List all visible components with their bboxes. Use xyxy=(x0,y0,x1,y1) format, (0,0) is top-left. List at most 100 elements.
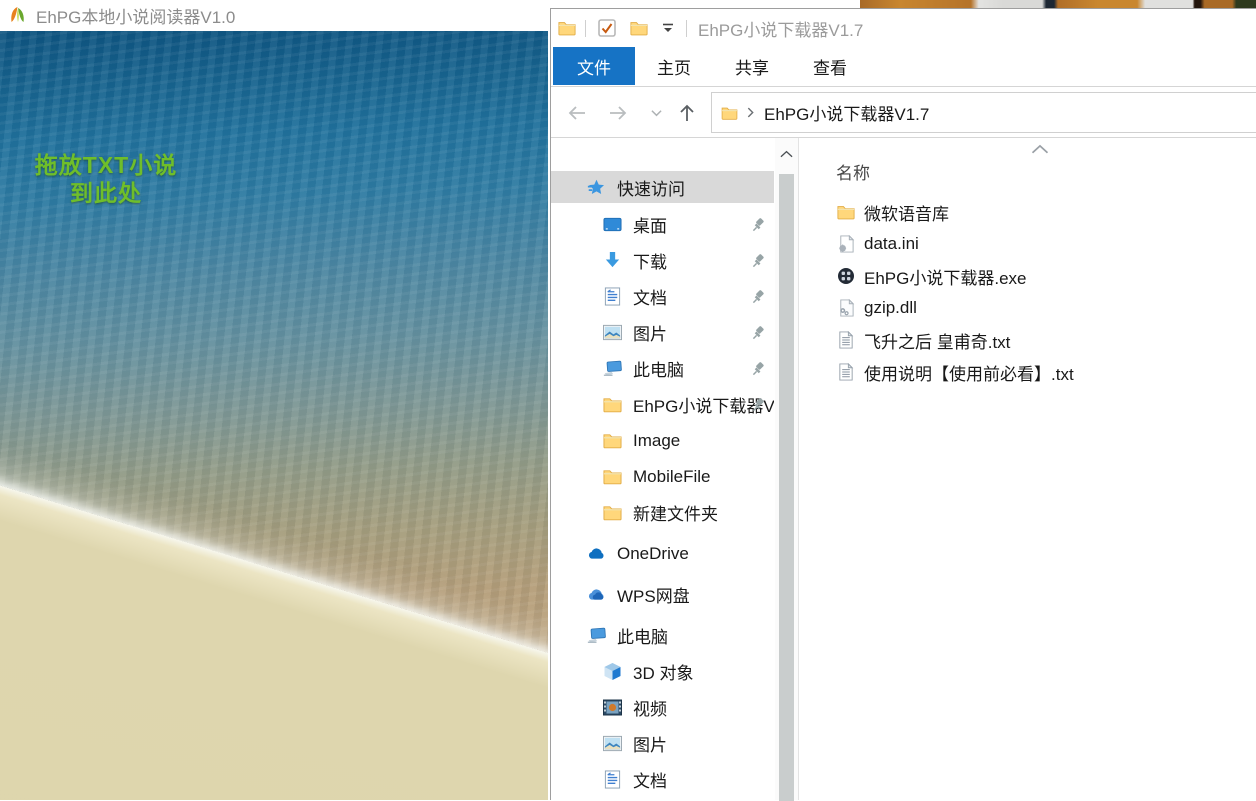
pin-icon[interactable] xyxy=(752,254,766,268)
qat-customize-dropdown[interactable] xyxy=(662,23,674,33)
sidebar-item-image-folder[interactable]: Image xyxy=(551,426,774,455)
arrow-left-icon xyxy=(566,102,588,124)
arrow-up-icon xyxy=(676,102,698,124)
wps-cloud-icon xyxy=(587,585,606,604)
exe-file-icon xyxy=(837,267,855,285)
sidebar-item-this-pc[interactable]: 此电脑 xyxy=(551,621,774,650)
sidebar-item-onedrive[interactable]: OneDrive xyxy=(551,539,774,568)
navigation-pane: 快速访问 桌面 下载 文档 图片 xyxy=(551,138,774,800)
drop-hint-text: 拖放TXT小说 到此处 xyxy=(28,151,184,207)
onedrive-cloud-icon xyxy=(587,544,606,563)
beach-sand xyxy=(0,467,548,800)
chevron-down-icon xyxy=(651,109,662,117)
quick-access-star-icon xyxy=(587,178,606,197)
pictures-icon xyxy=(603,734,622,753)
computer-icon xyxy=(603,359,622,378)
download-arrow-icon xyxy=(603,251,622,270)
explorer-app-folder-icon xyxy=(558,20,576,36)
tab-file[interactable]: 文件 xyxy=(553,47,635,85)
sidebar-item-desktop[interactable]: 桌面 xyxy=(551,210,774,239)
3d-cube-icon xyxy=(603,662,622,681)
ini-file-icon xyxy=(837,235,855,253)
folder-icon xyxy=(603,395,622,414)
folder-icon xyxy=(837,203,855,221)
txt-file-icon xyxy=(837,363,855,381)
pin-icon[interactable] xyxy=(752,398,766,412)
sidebar-scrollbar[interactable] xyxy=(775,138,798,800)
explorer-window-title: EhPG小说下载器V1.7 xyxy=(698,16,863,41)
arrow-right-icon xyxy=(607,102,629,124)
chevron-up-icon xyxy=(780,150,793,158)
reader-window-title: EhPG本地小说阅读器V1.0 xyxy=(36,3,235,28)
sort-ascending-caret-icon xyxy=(1031,144,1049,154)
reader-window: EhPG本地小说阅读器V1.0 拖放TXT小说 到此处 xyxy=(0,0,548,800)
address-bar[interactable]: EhPG小说下载器V1.7 xyxy=(711,92,1256,133)
tab-view[interactable]: 查看 xyxy=(791,47,869,85)
sidebar-item-downloads[interactable]: 下载 xyxy=(551,246,774,275)
file-row-gzip-dll[interactable]: gzip.dll xyxy=(799,292,1256,324)
address-bar-row: EhPG小说下载器V1.7 xyxy=(551,88,1256,138)
toolbar-separator xyxy=(585,20,586,37)
scrollbar-up-arrow[interactable] xyxy=(775,144,798,164)
toolbar-dropdown-icon xyxy=(662,23,674,33)
drop-hint-line1: 拖放TXT小说 xyxy=(28,151,184,179)
sidebar-item-documents-pc[interactable]: 文档 xyxy=(551,765,774,794)
pin-icon[interactable] xyxy=(752,326,766,340)
sidebar-item-3d-objects[interactable]: 3D 对象 xyxy=(551,657,774,686)
up-button[interactable] xyxy=(672,98,702,128)
qat-properties-button[interactable] xyxy=(598,19,616,37)
txt-file-icon xyxy=(837,331,855,349)
pin-icon[interactable] xyxy=(752,362,766,376)
folder-icon xyxy=(603,503,622,522)
file-row-novel-txt[interactable]: 飞升之后 皇甫奇.txt xyxy=(799,324,1256,356)
back-button[interactable] xyxy=(562,98,592,128)
file-list-pane: 名称 微软语音库 data.ini EhPG小说下载器.exe gzip.dll xyxy=(798,138,1256,800)
sidebar-item-new-folder[interactable]: 新建文件夹 xyxy=(551,498,774,527)
file-row-readme-txt[interactable]: 使用说明【使用前必看】.txt xyxy=(799,356,1256,388)
dll-file-icon xyxy=(837,299,855,317)
explorer-content: 快速访问 桌面 下载 文档 图片 xyxy=(551,138,1256,800)
reader-drop-area[interactable]: 拖放TXT小说 到此处 xyxy=(0,31,548,800)
tab-home[interactable]: 主页 xyxy=(635,47,713,85)
sidebar-item-ehpg-folder[interactable]: EhPG小说下载器V1.7 xyxy=(551,390,774,419)
address-folder-icon xyxy=(721,106,738,120)
folder-icon xyxy=(630,20,648,36)
pin-icon[interactable] xyxy=(752,290,766,304)
sidebar-item-quick-access[interactable]: 快速访问 xyxy=(551,171,774,203)
qat-new-folder-button[interactable] xyxy=(630,20,648,36)
explorer-window: EhPG小说下载器V1.7 文件 主页 共享 查看 EhPG小说下载器V1.7 xyxy=(550,8,1256,800)
sidebar-item-pictures[interactable]: 图片 xyxy=(551,318,774,347)
file-rows: 微软语音库 data.ini EhPG小说下载器.exe gzip.dll 飞升… xyxy=(799,196,1256,388)
sidebar-item-videos[interactable]: 视频 xyxy=(551,693,774,722)
file-row-data-ini[interactable]: data.ini xyxy=(799,228,1256,260)
reader-app-icon xyxy=(8,6,28,26)
folder-icon xyxy=(603,467,622,486)
column-header-name[interactable]: 名称 xyxy=(836,159,870,184)
recent-locations-dropdown[interactable] xyxy=(641,98,671,128)
folder-icon xyxy=(603,431,622,450)
sidebar-item-documents[interactable]: 文档 xyxy=(551,282,774,311)
explorer-titlebar[interactable]: EhPG小说下载器V1.7 xyxy=(551,9,1256,47)
drop-hint-line2: 到此处 xyxy=(28,179,184,207)
sidebar-item-wps-cloud[interactable]: WPS网盘 xyxy=(551,580,774,609)
breadcrumb-path[interactable]: EhPG小说下载器V1.7 xyxy=(764,100,929,125)
forward-button[interactable] xyxy=(603,98,633,128)
sidebar-item-this-pc-pinned[interactable]: 此电脑 xyxy=(551,354,774,383)
scrollbar-thumb[interactable] xyxy=(779,174,794,801)
checkbox-icon xyxy=(598,19,616,37)
file-row-voice-folder[interactable]: 微软语音库 xyxy=(799,196,1256,228)
pin-icon[interactable] xyxy=(752,218,766,232)
desktop-icon xyxy=(603,215,622,234)
tab-share[interactable]: 共享 xyxy=(713,47,791,85)
sidebar-item-pictures-pc[interactable]: 图片 xyxy=(551,729,774,758)
toolbar-separator xyxy=(686,20,687,37)
reader-titlebar[interactable]: EhPG本地小说阅读器V1.0 xyxy=(0,0,548,31)
file-row-ehpg-exe[interactable]: EhPG小说下载器.exe xyxy=(799,260,1256,292)
documents-icon xyxy=(603,287,622,306)
sidebar-item-mobilefile-folder[interactable]: MobileFile xyxy=(551,462,774,491)
film-icon xyxy=(603,698,622,717)
pictures-icon xyxy=(603,323,622,342)
breadcrumb-chevron-icon xyxy=(747,107,754,118)
documents-icon xyxy=(603,770,622,789)
ribbon-tab-bar: 文件 主页 共享 查看 xyxy=(551,47,1256,87)
